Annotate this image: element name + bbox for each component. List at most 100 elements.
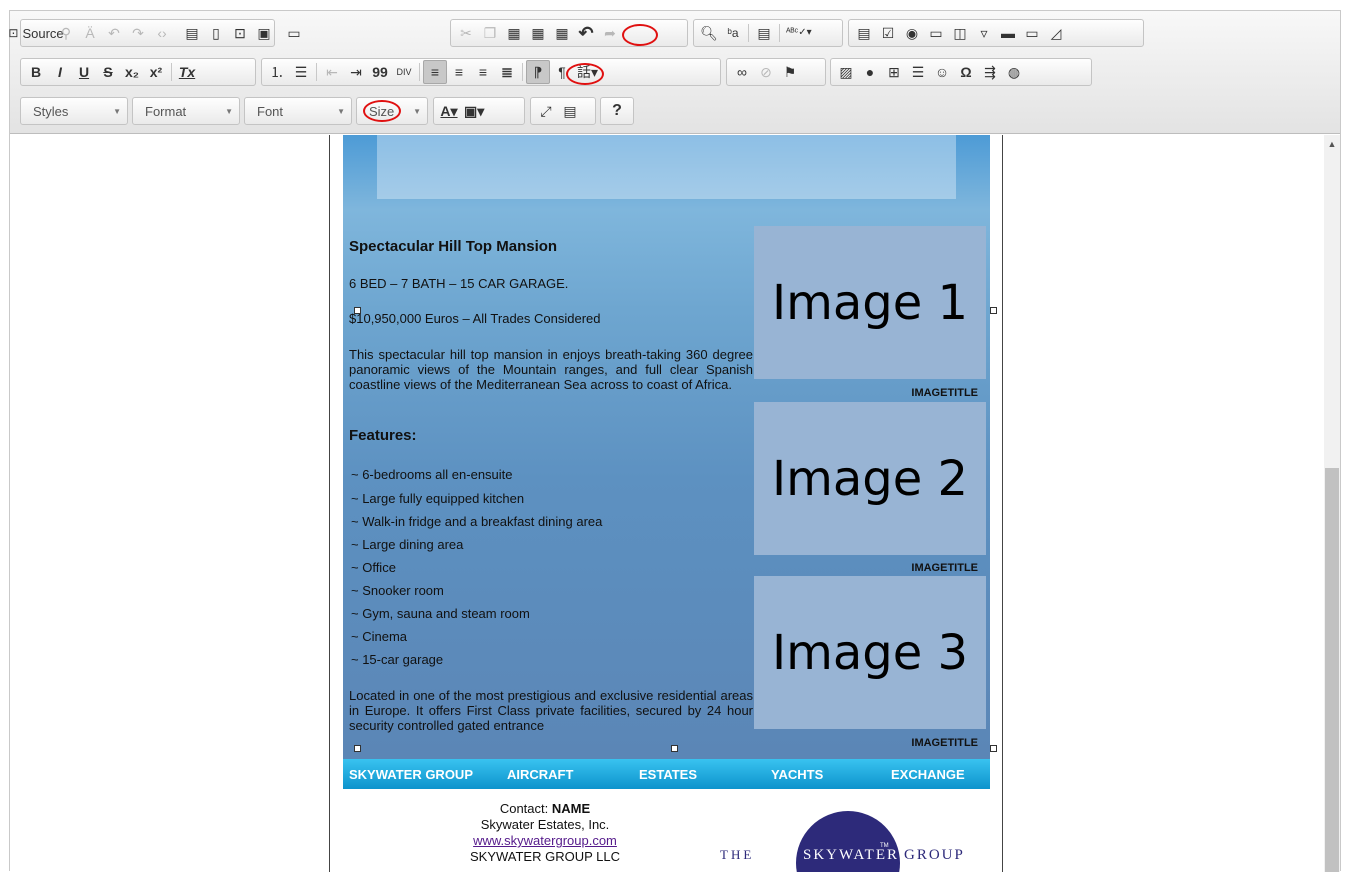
align-center-button[interactable]: ≡ (447, 60, 471, 84)
preview-button[interactable]: ⊡ (228, 21, 252, 45)
radio-button[interactable]: ◉ (900, 21, 924, 45)
textarea-button[interactable]: ◫ (948, 21, 972, 45)
select-all-button[interactable]: ▤ (752, 21, 776, 45)
chevron-down-icon: ▼ (413, 106, 421, 116)
scroll-up-icon[interactable]: ▲ (1326, 139, 1338, 149)
select-field-button[interactable]: ▿ (972, 21, 996, 45)
numbered-list-button[interactable]: ⒈ (265, 60, 289, 84)
find-disabled-button[interactable]: ⚲ (54, 21, 78, 45)
indent-button[interactable]: ⇥ (344, 60, 368, 84)
underline-icon: U (78, 64, 90, 80)
font-combo[interactable]: Font ▼ (244, 97, 352, 125)
resize-handle[interactable] (671, 745, 678, 752)
link-button[interactable]: ∞ (730, 60, 754, 84)
nav-estates[interactable]: ESTATES (639, 767, 697, 782)
logo-graphic: THE SKYWATER TM GROUP (720, 811, 963, 872)
div-button[interactable]: DIV (392, 60, 416, 84)
strike-button[interactable]: S (96, 60, 120, 84)
undo-disabled-button[interactable]: ↶ (102, 21, 126, 45)
ltr-button[interactable]: ⁋ (526, 60, 550, 84)
redo-disabled-button[interactable]: ↷ (126, 21, 150, 45)
image-icon: ▨ (839, 64, 853, 80)
undo-highlight-circle (622, 24, 658, 46)
anchor-button[interactable]: ⚑ (778, 60, 802, 84)
omega-icon: Ω (960, 64, 972, 80)
flash-button[interactable]: ● (858, 60, 882, 84)
remove-format-button[interactable]: Tx (175, 60, 199, 84)
find-button[interactable]: 🔍︎ (697, 21, 721, 45)
undo-button[interactable]: ↶ (574, 21, 598, 45)
align-right-button[interactable]: ≡ (471, 60, 495, 84)
save-button[interactable]: ▤ (180, 21, 204, 45)
format-combo[interactable]: Format ▼ (132, 97, 240, 125)
form-button[interactable]: ▤ (852, 21, 876, 45)
vertical-scrollbar[interactable]: ▲ (1324, 135, 1340, 872)
smiley-button[interactable]: ☺ (930, 60, 954, 84)
iframe-button[interactable]: ◍ (1002, 60, 1026, 84)
bold-button[interactable]: B (24, 60, 48, 84)
nav-skywater-group[interactable]: SKYWATER GROUP (349, 767, 473, 782)
blockquote-button[interactable]: 99 (368, 60, 392, 84)
new-page-button[interactable]: ▯ (204, 21, 228, 45)
superscript-button[interactable]: x² (144, 60, 168, 84)
hiddenfield-button[interactable]: ◿ (1044, 21, 1068, 45)
spellcheck-button[interactable]: ᴬᴮᶜ✓▾ (783, 21, 815, 45)
image-placeholder-3[interactable]: Image 3 (754, 576, 986, 729)
nav-yachts[interactable]: YACHTS (771, 767, 823, 782)
page-break-button[interactable]: ⇶ (978, 60, 1002, 84)
checkbox-button[interactable]: ☑ (876, 21, 900, 45)
redo-button[interactable]: ➦ (598, 21, 622, 45)
help-button[interactable]: ? (605, 99, 629, 123)
paragraph-group: ⒈ ☰ ⇤ ⇥ 99 DIV ≡ ≡ ≡ ≣ ⁋ ¶ 話▾ (261, 58, 721, 86)
resize-handle[interactable] (354, 745, 361, 752)
paste-button[interactable]: ▦ (502, 21, 526, 45)
outdent-button[interactable]: ⇤ (320, 60, 344, 84)
imagebutton-icon: ▭ (1025, 25, 1039, 41)
remove-format-icon: Tx (178, 64, 196, 80)
image-button[interactable]: ▨ (834, 60, 858, 84)
italic-button[interactable]: I (48, 60, 72, 84)
subscript-button[interactable]: x₂ (120, 60, 144, 84)
paste-word-button[interactable]: ▦ (550, 21, 574, 45)
textfield-button[interactable]: ▭ (924, 21, 948, 45)
bulleted-list-button[interactable]: ☰ (289, 60, 313, 84)
select-all-disabled-button[interactable]: Ä (78, 21, 102, 45)
styles-combo[interactable]: Styles ▼ (20, 97, 128, 125)
horizontal-rule-button[interactable]: ☰ (906, 60, 930, 84)
image-placeholder-2[interactable]: Image 2 (754, 402, 986, 555)
form-button-button[interactable]: ▬ (996, 21, 1020, 45)
image-placeholder-1[interactable]: Image 1 (754, 226, 986, 379)
unlink-button[interactable]: ⊘ (754, 60, 778, 84)
imagebutton-button[interactable]: ▭ (1020, 21, 1044, 45)
templates-button[interactable]: ▭ (282, 21, 306, 45)
contact-url-link[interactable]: www.skywatergroup.com (473, 833, 617, 848)
code-button[interactable]: ‹› (150, 21, 174, 45)
editing-area[interactable]: Spectacular Hill Top Mansion 6 BED – 7 B… (10, 135, 1324, 872)
print-button[interactable]: ▣ (252, 21, 276, 45)
nav-aircraft[interactable]: AIRCRAFT (507, 767, 573, 782)
paste-text-button[interactable]: ▦ (526, 21, 550, 45)
resize-handle[interactable] (990, 307, 997, 314)
resize-handle[interactable] (990, 745, 997, 752)
image-label: Image 2 (771, 450, 969, 507)
underline-button[interactable]: U (72, 60, 96, 84)
select-all-icon: Ä (85, 25, 95, 41)
align-left-button[interactable]: ≡ (423, 60, 447, 84)
scrollbar-thumb[interactable] (1325, 468, 1339, 872)
cut-button[interactable]: ✂ (454, 21, 478, 45)
text-color-button[interactable]: A▾ (437, 99, 461, 123)
maximize-button[interactable]: ⤢ (534, 99, 558, 123)
replace-button[interactable]: ᵇa (721, 21, 745, 45)
special-char-button[interactable]: Ω (954, 60, 978, 84)
show-blocks-button[interactable]: ▤ (558, 99, 582, 123)
justify-button[interactable]: ≣ (495, 60, 519, 84)
bold-icon: B (30, 64, 42, 80)
nav-exchange[interactable]: EXCHANGE (891, 767, 965, 782)
source-button[interactable]: ⊡ Source (8, 21, 63, 45)
copy-button[interactable]: ❐ (478, 21, 502, 45)
chevron-down-icon: ▼ (225, 106, 233, 116)
resize-handle[interactable] (354, 307, 361, 314)
bg-color-button[interactable]: ▣▾ (461, 99, 487, 123)
superscript-icon: x² (149, 64, 163, 80)
table-button[interactable]: ⊞ (882, 60, 906, 84)
